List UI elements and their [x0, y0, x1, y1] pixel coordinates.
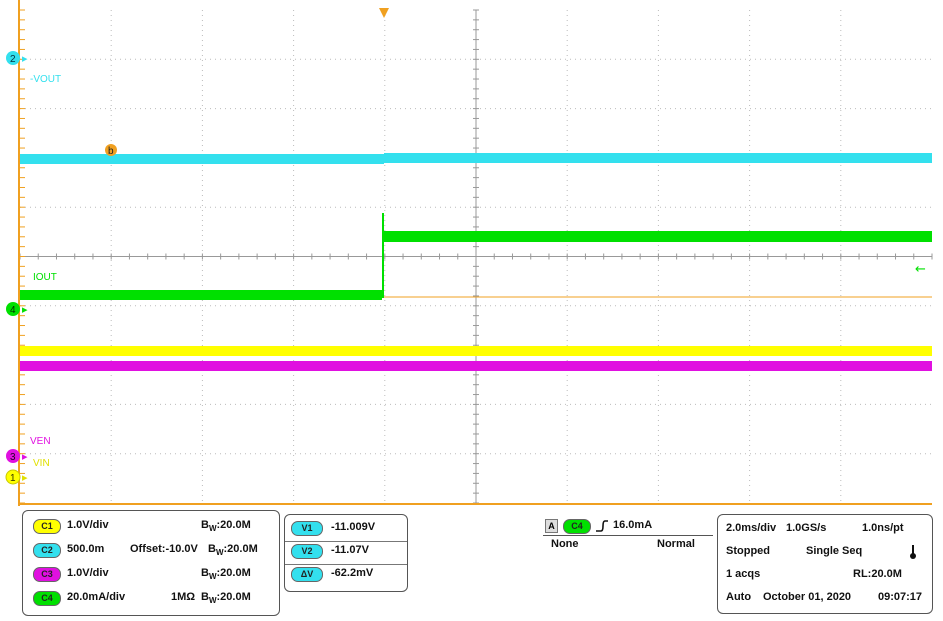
ch4-name: IOUT — [33, 272, 57, 283]
trigger-coupling: None — [551, 538, 579, 550]
bw-prefix: B — [201, 591, 209, 603]
bw-sub: W — [208, 524, 217, 534]
ch3-name: VEN — [30, 436, 51, 447]
cursor-readout-box: V1 -11.009V V2 -11.07V ΔV -62.2mV — [284, 514, 408, 592]
channel-scale: 1.0V/div — [67, 567, 109, 579]
timebase[interactable]: 2.0ms/div — [726, 522, 776, 534]
channel-pill[interactable]: C1 — [33, 519, 61, 534]
waveform-display[interactable]: 2 ▸ -VOUT b 4 ▸ IOUT ← 3 ▸ VEN 1 ▸ VIN — [0, 0, 943, 506]
bw-prefix: B — [208, 543, 216, 555]
sample-rate: 1.0GS/s — [786, 522, 827, 534]
channel-extra: 1MΩ — [171, 591, 196, 603]
ch1-trace — [20, 346, 932, 356]
bottom-border — [18, 503, 932, 505]
channel-bandwidth: BW:20.0M — [201, 591, 251, 605]
rising-edge-icon — [596, 520, 608, 532]
b-marker-label: b — [108, 146, 114, 157]
ch2-marker-label: 2 — [10, 54, 16, 65]
channel-pill[interactable]: C4 — [33, 591, 61, 606]
channel-pill[interactable]: C3 — [33, 567, 61, 582]
channel-pill[interactable]: C2 — [33, 543, 61, 558]
bw-sub: W — [208, 596, 217, 606]
cursor-divider — [285, 541, 407, 542]
channel-scale: 20.0mA/div — [67, 591, 126, 603]
channel-scale: 500.0m — [67, 543, 105, 555]
date: October 01, 2020 — [763, 591, 852, 603]
ch2-name: -VOUT — [30, 74, 61, 85]
cursor-value: -11.009V — [331, 521, 376, 533]
channel-row[interactable]: C1 1.0V/div BW:20.0M — [23, 519, 279, 535]
ch2-trace-after — [384, 153, 932, 163]
ch4-trace — [20, 290, 382, 300]
acquisition-box: 2.0ms/div 1.0GS/s 1.0ns/pt Stopped Singl… — [717, 514, 933, 614]
channel-extra: Offset:-10.0V — [130, 543, 198, 555]
bw-prefix: B — [201, 567, 209, 579]
cursor-row[interactable]: V1 -11.009V — [285, 521, 407, 542]
acq-state[interactable]: Stopped — [726, 545, 770, 557]
bw-value: :20.0M — [216, 567, 251, 579]
channel-bandwidth: BW:20.0M — [201, 519, 251, 533]
bw-value: :20.0M — [216, 591, 251, 603]
cursor-value: -11.07V — [331, 544, 369, 556]
seq-mode[interactable]: Single Seq — [806, 545, 862, 557]
ch2-trace — [20, 154, 384, 164]
ch4-marker-label: 4 — [10, 305, 16, 316]
channel-settings-box: C1 1.0V/div BW:20.0M C2 500.0m Offset:-10.0V B… — [22, 510, 280, 616]
left-border — [18, 0, 20, 506]
channel-bandwidth: BW:20.0M — [201, 567, 251, 581]
bw-value: :20.0M — [216, 519, 251, 531]
cursor-row[interactable]: V2 -11.07V — [285, 544, 407, 565]
cursor-pill[interactable]: V1 — [291, 521, 323, 536]
cursor-row[interactable]: ΔV -62.2mV — [285, 567, 407, 585]
trigger-mode: Normal — [657, 538, 695, 550]
bw-sub: W — [215, 548, 224, 558]
cursor-value: -62.2mV — [331, 567, 374, 579]
readout-panel: C1 1.0V/div BW:20.0M C2 500.0m Offset:-10.0V B… — [0, 506, 943, 621]
trigger-a-tag: A — [545, 519, 558, 533]
ch1-name: VIN — [33, 458, 50, 469]
trigger-readout[interactable]: A C4 16.0mA None Normal — [543, 516, 713, 552]
channel-row[interactable]: C3 1.0V/div BW:20.0M — [23, 567, 279, 583]
channel-row[interactable]: C2 500.0m Offset:-10.0V BW:20.0M — [23, 543, 279, 559]
channel-row[interactable]: C4 20.0mA/div 1MΩ BW:20.0M — [23, 591, 279, 607]
bw-sub: W — [208, 572, 217, 582]
thermometer-icon — [910, 545, 916, 559]
ch4-trace-after — [384, 231, 932, 242]
record-length: RL:20.0M — [853, 568, 902, 580]
ch4-arrow-icon: ▸ — [22, 304, 28, 316]
bw-value: :20.0M — [223, 543, 258, 555]
trigger-auto-mode: Auto — [726, 591, 752, 603]
ch3-arrow-icon: ▸ — [22, 451, 28, 463]
ch3-marker-label: 3 — [10, 452, 16, 463]
time: 09:07:17 — [878, 591, 923, 603]
channel-scale: 1.0V/div — [67, 519, 109, 531]
resolution: 1.0ns/pt — [862, 522, 904, 534]
trigger-level-arrow-icon[interactable]: ← — [915, 262, 926, 277]
channel-bandwidth: BW:20.0M — [208, 543, 258, 557]
ch1-marker-label: 1 — [10, 473, 16, 484]
bw-prefix: B — [201, 519, 209, 531]
ch3-trace — [20, 361, 932, 371]
ch2-arrow-icon: ▸ — [22, 53, 28, 65]
ch1-arrow-icon: ▸ — [22, 472, 28, 484]
cursor-pill[interactable]: ΔV — [291, 567, 323, 582]
cursor-pill[interactable]: V2 — [291, 544, 323, 559]
trigger-channel-pill[interactable]: C4 — [563, 519, 591, 534]
acq-count: 1 acqs — [726, 568, 761, 580]
trigger-level: 16.0mA — [613, 519, 653, 531]
cursor-divider — [285, 564, 407, 565]
